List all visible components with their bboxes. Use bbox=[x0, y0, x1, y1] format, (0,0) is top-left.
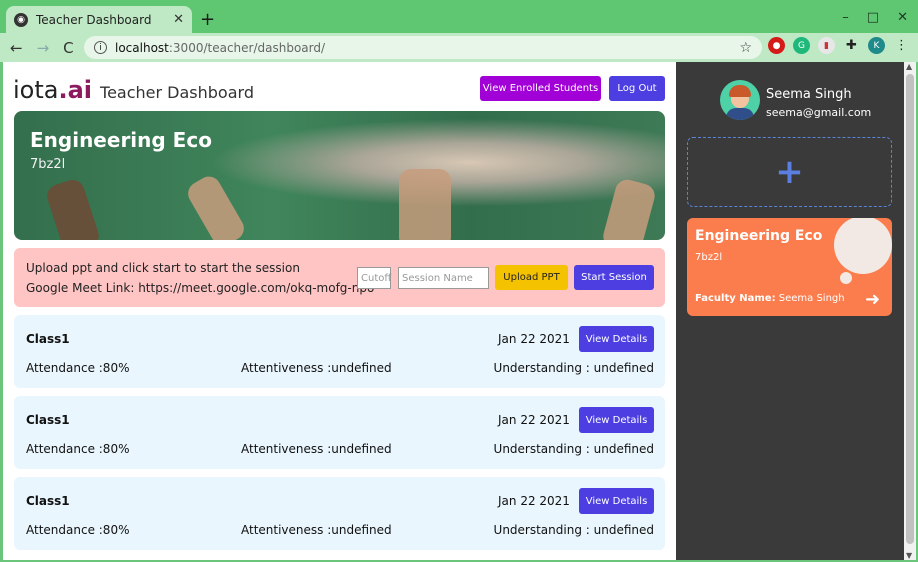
page-title: Teacher Dashboard bbox=[100, 83, 254, 102]
banner-hand-image bbox=[183, 172, 249, 240]
faculty-name: Faculty Name: Seema Singh bbox=[695, 293, 845, 304]
cutoff-input[interactable]: Cutoff bbox=[357, 267, 391, 289]
page-header: iota.ai Teacher Dashboard bbox=[13, 76, 254, 104]
class-name: Class1 bbox=[26, 413, 70, 427]
course-banner: Engineering Eco 7bz2l bbox=[14, 111, 665, 240]
browser-chrome: ◉ Teacher Dashboard ✕ + – □ ✕ ← → C i lo… bbox=[0, 0, 918, 62]
attentiveness-stat: Attentiveness :undefined bbox=[241, 523, 392, 537]
course-code: 7bz2l bbox=[695, 252, 723, 263]
class-card: Class1 Jan 22 2021 View Details Attendan… bbox=[14, 477, 665, 550]
course-title: Engineering Eco bbox=[695, 228, 823, 244]
main-content: iota.ai Teacher Dashboard View Enrolled … bbox=[3, 62, 676, 560]
sidebar: Seema Singh seema@gmail.com + Engineerin… bbox=[676, 62, 904, 560]
attentiveness-stat: Attentiveness :undefined bbox=[241, 361, 392, 375]
class-date: Jan 22 2021 bbox=[498, 332, 570, 346]
class-date: Jan 22 2021 bbox=[498, 413, 570, 427]
session-name-input[interactable]: Session Name bbox=[398, 267, 489, 289]
tab-close-icon[interactable]: ✕ bbox=[173, 12, 184, 27]
reload-icon[interactable]: C bbox=[63, 39, 73, 57]
class-card: Class1 Jan 22 2021 View Details Attendan… bbox=[14, 315, 665, 388]
grammarly-extension-icon[interactable]: G bbox=[793, 37, 810, 54]
upload-ppt-button[interactable]: Upload PPT bbox=[495, 265, 568, 290]
banner-course-title: Engineering Eco bbox=[30, 128, 212, 152]
class-card: Class1 Jan 22 2021 View Details Attendan… bbox=[14, 396, 665, 469]
color-extension-icon[interactable]: ▮ bbox=[818, 37, 835, 54]
window-close-icon[interactable]: ✕ bbox=[897, 10, 908, 25]
attendance-stat: Attendance :80% bbox=[26, 361, 130, 375]
browser-toolbar: ← → C i localhost :3000/teacher/dashboar… bbox=[0, 33, 918, 62]
plus-icon: + bbox=[775, 152, 804, 192]
maximize-icon[interactable]: □ bbox=[867, 10, 879, 25]
start-session-button[interactable]: Start Session bbox=[574, 265, 654, 290]
browser-menu-icon[interactable]: ⋮ bbox=[893, 37, 910, 54]
address-bar[interactable]: i localhost :3000/teacher/dashboard/ ☆ bbox=[84, 36, 762, 59]
attendance-stat: Attendance :80% bbox=[26, 442, 130, 456]
class-name: Class1 bbox=[26, 494, 70, 508]
url-path: :3000/teacher/dashboard/ bbox=[168, 40, 326, 55]
profile-avatar[interactable]: K bbox=[868, 37, 885, 54]
view-enrolled-students-button[interactable]: View Enrolled Students bbox=[480, 76, 601, 101]
session-panel: Upload ppt and click start to start the … bbox=[14, 248, 665, 307]
window-controls: – □ ✕ bbox=[842, 10, 908, 25]
back-icon[interactable]: ← bbox=[10, 39, 23, 57]
add-course-button[interactable]: + bbox=[687, 137, 892, 207]
forward-icon[interactable]: → bbox=[37, 39, 50, 57]
view-details-button[interactable]: View Details bbox=[579, 488, 654, 514]
decorative-circle bbox=[834, 218, 892, 274]
understanding-stat: Understanding : undefined bbox=[493, 442, 654, 456]
user-name: Seema Singh bbox=[766, 87, 852, 102]
user-email: seema@gmail.com bbox=[766, 106, 872, 119]
decorative-dot bbox=[840, 272, 852, 284]
google-meet-link: Google Meet Link: https://meet.google.co… bbox=[26, 281, 375, 295]
scrollbar-thumb[interactable] bbox=[906, 74, 914, 544]
tab-favicon-icon: ◉ bbox=[14, 12, 28, 27]
class-name: Class1 bbox=[26, 332, 70, 346]
scroll-down-icon[interactable]: ▼ bbox=[906, 551, 912, 560]
extensions: ● G ▮ ✚ K ⋮ bbox=[768, 37, 910, 54]
course-card[interactable]: Engineering Eco 7bz2l Faculty Name: Seem… bbox=[687, 218, 892, 316]
attentiveness-stat: Attentiveness :undefined bbox=[241, 442, 392, 456]
session-instruction: Upload ppt and click start to start the … bbox=[26, 261, 300, 275]
page: iota.ai Teacher Dashboard View Enrolled … bbox=[3, 62, 916, 560]
understanding-stat: Understanding : undefined bbox=[493, 361, 654, 375]
banner-hand-image bbox=[600, 177, 658, 240]
understanding-stat: Understanding : undefined bbox=[493, 523, 654, 537]
arrow-right-icon[interactable]: ➜ bbox=[865, 289, 880, 310]
puzzle-extensions-icon[interactable]: ✚ bbox=[843, 37, 860, 54]
logout-button[interactable]: Log Out bbox=[609, 76, 665, 101]
user-avatar bbox=[720, 80, 760, 120]
browser-tab[interactable]: ◉ Teacher Dashboard ✕ bbox=[6, 6, 192, 33]
attendance-stat: Attendance :80% bbox=[26, 523, 130, 537]
url-host: localhost bbox=[115, 40, 169, 55]
banner-course-code: 7bz2l bbox=[30, 157, 66, 172]
view-details-button[interactable]: View Details bbox=[579, 407, 654, 433]
logo: iota.ai bbox=[13, 76, 93, 104]
banner-hand-image bbox=[399, 169, 451, 240]
bookmark-star-icon[interactable]: ☆ bbox=[739, 40, 752, 56]
tab-title: Teacher Dashboard bbox=[36, 12, 152, 27]
minimize-icon[interactable]: – bbox=[842, 10, 849, 25]
new-tab-icon[interactable]: + bbox=[200, 9, 215, 30]
banner-hand-image bbox=[44, 176, 102, 240]
scroll-up-icon[interactable]: ▲ bbox=[906, 62, 912, 71]
scrollbar[interactable]: ▲ ▼ bbox=[904, 62, 916, 560]
view-details-button[interactable]: View Details bbox=[579, 326, 654, 352]
info-icon[interactable]: i bbox=[94, 41, 107, 54]
opera-extension-icon[interactable]: ● bbox=[768, 37, 785, 54]
class-date: Jan 22 2021 bbox=[498, 494, 570, 508]
